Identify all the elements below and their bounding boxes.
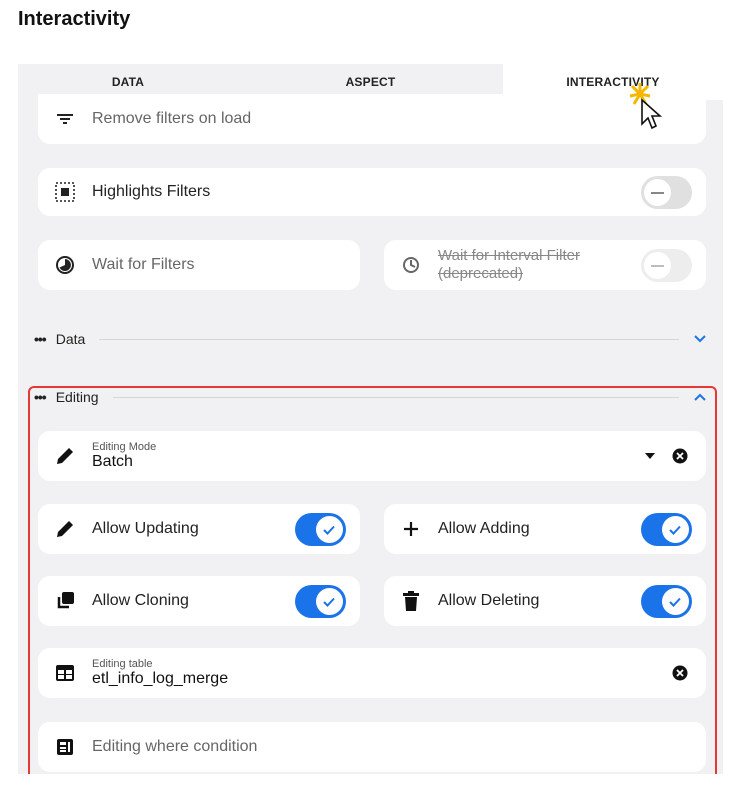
data-section-header[interactable]: ••• Data [18,327,723,351]
highlight-icon [54,181,76,203]
allow-updating-card: Allow Updating [38,504,360,554]
wait-for-filters-card[interactable]: Wait for Filters [38,240,360,290]
wait-interval-card: Wait for Interval Filter (deprecated) [384,240,706,290]
filter-list-icon [54,108,76,130]
settings-panel: DATA ASPECT INTERACTIVITY Remove filters… [18,64,723,774]
timer-refresh-icon [400,254,422,276]
divider [99,338,679,340]
mouse-cursor-icon [628,82,668,137]
data-section-title: Data [55,331,86,347]
remove-filters-card[interactable]: Remove filters on load [38,94,706,144]
allow-deleting-card: Allow Deleting [384,576,706,626]
editing-mode-value: Batch [92,453,133,470]
editing-mode-select[interactable]: Editing Mode Batch [38,431,706,481]
allow-cloning-label: Allow Cloning [92,592,189,609]
page-title: Interactivity [18,8,131,30]
chevron-down-icon[interactable] [693,332,707,346]
allow-adding-card: Allow Adding [384,504,706,554]
trash-icon [400,590,422,612]
allow-adding-toggle[interactable] [641,512,692,546]
wait-interval-label: Wait for Interval Filter (deprecated) [438,247,580,282]
highlights-filters-label: Highlights Filters [92,183,211,200]
chevron-up-icon[interactable] [693,390,707,404]
allow-adding-label: Allow Adding [438,520,530,537]
caret-down-icon[interactable] [644,450,656,462]
allow-updating-toggle[interactable] [295,512,346,546]
highlights-filters-toggle[interactable] [641,175,692,209]
plus-icon [400,518,422,540]
wait-interval-toggle[interactable] [641,248,692,282]
editing-table-value: etl_info_log_merge [92,670,229,687]
form-icon [54,736,76,758]
more-dots-icon: ••• [34,331,47,347]
editing-section-header[interactable]: ••• Editing [18,385,723,409]
clear-icon[interactable] [672,665,688,681]
more-dots-icon: ••• [34,389,47,405]
table-icon [54,662,76,684]
remove-filters-label: Remove filters on load [92,110,252,127]
pencil-icon [54,445,76,467]
highlights-filters-card: Highlights Filters [38,168,706,216]
editing-where-placeholder: Editing where condition [92,738,258,755]
allow-cloning-toggle[interactable] [295,584,346,618]
allow-cloning-card: Allow Cloning [38,576,360,626]
editing-table-field[interactable]: Editing table etl_info_log_merge [38,648,706,698]
editing-where-field[interactable]: Editing where condition [38,722,706,772]
editing-section-title: Editing [55,389,99,405]
pencil-icon [54,518,76,540]
allow-deleting-toggle[interactable] [641,584,692,618]
allow-updating-label: Allow Updating [92,520,199,537]
wait-for-filters-label: Wait for Filters [92,256,195,273]
divider [112,396,679,398]
clear-icon[interactable] [672,448,688,464]
allow-deleting-label: Allow Deleting [438,592,540,609]
copy-icon [54,590,76,612]
editing-mode-label: Editing Mode [92,441,157,453]
editing-table-label: Editing table [92,658,153,670]
timer-icon [54,254,76,276]
